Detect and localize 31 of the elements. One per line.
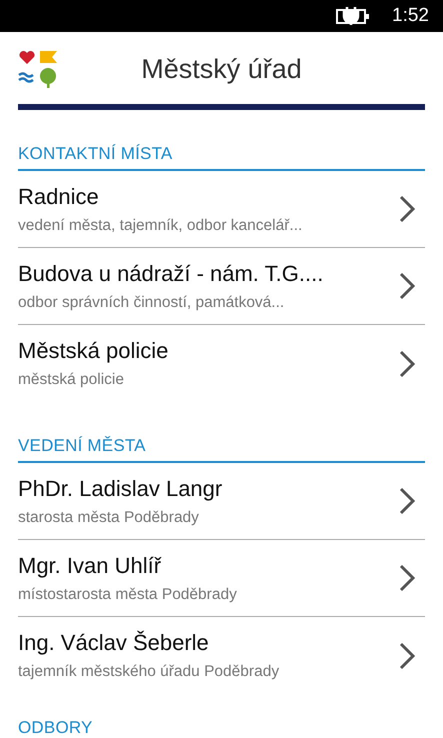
section-heading: ODBORY xyxy=(18,718,425,738)
item-title: Budova u nádraží - nám. T.G.... xyxy=(18,260,324,286)
list-item[interactable]: Ing. Václav Šeberle tajemník městského úřadu Poděbrady xyxy=(18,617,425,694)
chevron-right-icon xyxy=(399,272,415,300)
list-item[interactable]: Radnice vedení města, tajemník, odbor kancelář... xyxy=(18,171,425,248)
page-title: Městský úřad xyxy=(140,54,303,84)
item-title: Radnice xyxy=(18,184,99,210)
item-title: Městská policie xyxy=(18,338,168,364)
list-item[interactable]: Městská policie městská policie xyxy=(18,325,425,402)
item-title: PhDr. Ladislav Langr xyxy=(18,476,222,502)
section-heading: KONTAKTNÍ MÍSTA xyxy=(18,144,425,171)
chevron-right-icon xyxy=(399,642,415,670)
clock-time: 1:52 xyxy=(392,5,429,27)
chevron-right-icon xyxy=(399,487,415,515)
battery-charging-icon xyxy=(336,7,370,25)
chevron-right-icon xyxy=(399,195,415,223)
list-item[interactable]: Mgr. Ivan Uhlíř místostarosta města Poděbrady xyxy=(18,540,425,617)
item-title: Ing. Václav Šeberle xyxy=(18,630,209,656)
section-heading: VEDENÍ MĚSTA xyxy=(18,436,425,463)
item-subtitle: starosta města Poděbrady xyxy=(18,508,199,526)
item-subtitle: místostarosta města Poděbrady xyxy=(18,586,237,604)
item-subtitle: městská policie xyxy=(18,371,124,389)
item-subtitle: vedení města, tajemník, odbor kancelář... xyxy=(18,216,302,234)
chevron-right-icon xyxy=(399,350,415,378)
item-title: Mgr. Ivan Uhlíř xyxy=(18,552,162,578)
list-item[interactable]: PhDr. Ladislav Langr starosta města Poděbrady xyxy=(18,463,425,540)
item-subtitle: odbor správních činností, památková... xyxy=(18,294,284,312)
chevron-right-icon xyxy=(399,564,415,592)
list-item[interactable]: Budova u nádraží - nám. T.G.... odbor správních činností, památková... xyxy=(18,248,425,325)
logo-icon xyxy=(18,50,58,88)
item-subtitle: tajemník městského úřadu Poděbrady xyxy=(18,663,280,681)
